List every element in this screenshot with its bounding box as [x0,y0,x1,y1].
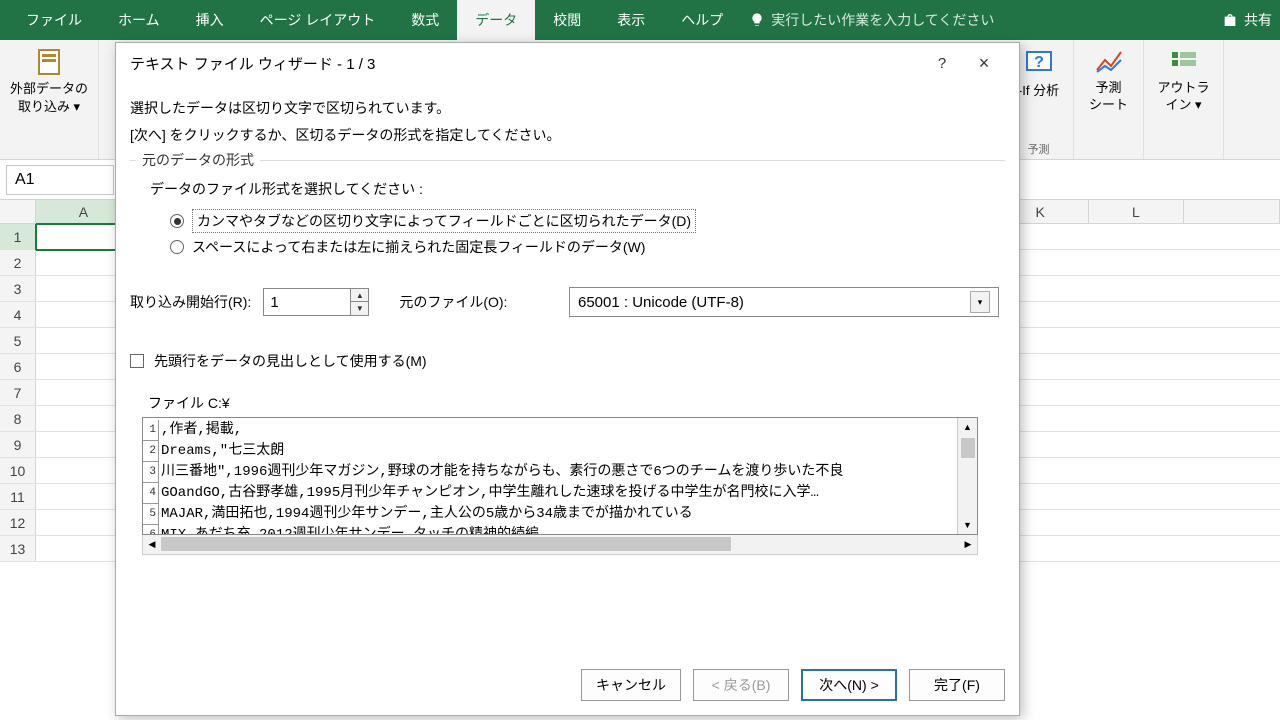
dialog-title: テキスト ファイル ウィザード - 1 / 3 [130,53,921,74]
share-button[interactable]: 共有 [1222,10,1272,30]
encoding-value: 65001 : Unicode (UTF-8) [578,294,744,311]
col-header-l[interactable]: L [1089,200,1185,223]
spinner-up[interactable]: ▲ [350,289,368,302]
preview-vscrollbar[interactable]: ▲ ▼ [957,418,977,534]
row-header[interactable]: 7 [0,380,36,405]
radio-delimited-label: カンマやタブなどの区切り文字によってフィールドごとに区切られたデータ(D) [192,209,696,233]
tab-review[interactable]: 校閲 [535,0,599,40]
dialog-help-button[interactable]: ? [921,48,963,78]
encoding-dropdown-btn[interactable]: ▾ [970,291,990,313]
whatif-label: -If 分析 [1018,80,1059,99]
scroll-left-icon[interactable]: ◀ [143,539,161,550]
ribbon-tabs: ファイル ホーム 挿入 ページ レイアウト 数式 データ 校閲 表示 ヘルプ 実… [0,0,1280,40]
hscroll-thumb[interactable] [161,537,731,551]
preview-line: Dreams,"七三太朗 [159,441,284,462]
preview-line: MAJAR,満田拓也,1994週刊少年サンデー,主人公の5歳から34歳までが描か… [159,504,693,525]
encoding-select[interactable]: 65001 : Unicode (UTF-8) ▾ [569,287,999,317]
row-header[interactable]: 9 [0,432,36,457]
tell-me-label: 実行したい作業を入力してください [771,10,994,30]
radio-fixedwidth[interactable]: スペースによって右または左に揃えられた固定長フィールドのデータ(W) [170,237,1001,257]
preview-line: 川三番地",1996週刊少年マガジン,野球の才能を持ちながらも、素行の悪さで6つ… [159,462,843,483]
tab-layout[interactable]: ページ レイアウト [242,0,394,40]
tab-formulas[interactable]: 数式 [393,0,457,40]
scroll-up-icon[interactable]: ▲ [963,418,972,436]
start-row-input[interactable] [264,294,350,311]
share-label: 共有 [1244,10,1272,30]
row-header[interactable]: 12 [0,510,36,535]
tab-insert[interactable]: 挿入 [178,0,242,40]
group-external-data[interactable]: 外部データの 取り込み ▾ [0,40,99,159]
finish-button[interactable]: 完了(F) [909,669,1005,701]
preview-box: 1,作者,掲載,2Dreams,"七三太朗3川三番地",1996週刊少年マガジン… [142,417,978,535]
checkbox-box [130,354,144,368]
start-row-spinner[interactable]: ▲ ▼ [263,288,369,316]
select-all-corner[interactable] [0,200,36,224]
row-header[interactable]: 5 [0,328,36,353]
outline-icon [1168,46,1200,78]
text-import-wizard-dialog: テキスト ファイル ウィザード - 1 / 3 ? × 選択したデータは区切り文… [115,42,1020,716]
header-row-checkbox[interactable]: 先頭行をデータの見出しとして使用する(M) [130,351,1005,371]
row-header[interactable]: 6 [0,354,36,379]
row-header[interactable]: 1 [0,224,36,249]
row-header[interactable]: 13 [0,536,36,561]
spinner-down[interactable]: ▼ [350,302,368,315]
scroll-down-icon[interactable]: ▼ [963,516,972,534]
radio-fixedwidth-label: スペースによって右または左に揃えられた固定長フィールドのデータ(W) [192,237,645,257]
scroll-right-icon[interactable]: ▶ [959,539,977,550]
dialog-desc-1: 選択したデータは区切り文字で区切られています。 [130,95,1005,122]
row-header[interactable]: 10 [0,458,36,483]
forecast-icon [1093,46,1125,78]
preview-line: GOandGO,古谷野孝雄,1995月刊少年チャンピオン,中学生離れした速球を投… [159,483,819,504]
preview-content: 1,作者,掲載,2Dreams,"七三太朗3川三番地",1996週刊少年マガジン… [143,418,957,534]
dialog-buttons: キャンセル < 戻る(B) 次へ(N) > 完了(F) [116,651,1019,715]
tab-view[interactable]: 表示 [599,0,663,40]
group-forecast-sheet[interactable]: 予測 シート [1074,40,1144,159]
preview-line: ,作者,掲載, [159,420,242,441]
outline-label: アウトラ イン ▾ [1158,80,1210,114]
next-button[interactable]: 次へ(N) > [801,669,897,701]
dialog-titlebar: テキスト ファイル ウィザード - 1 / 3 ? × [116,43,1019,83]
row-header[interactable]: 3 [0,276,36,301]
preview-line: MIX,あだち充,2012週刊少年サンデー,タッチの精神的続編 [159,525,539,534]
svg-text:?: ? [1034,54,1044,71]
back-button[interactable]: < 戻る(B) [693,669,789,701]
row-header[interactable]: 4 [0,302,36,327]
external-data-icon [33,46,65,78]
fieldset-legend: 元のデータの形式 [136,150,260,170]
dialog-desc-2: [次へ] をクリックするか、区切るデータの形式を指定してください。 [130,122,1005,149]
row-header[interactable]: 2 [0,250,36,275]
share-icon [1222,12,1238,28]
vscroll-thumb[interactable] [961,438,975,458]
preview-label: ファイル C:¥ [148,393,1005,413]
tab-home[interactable]: ホーム [100,0,178,40]
row-header[interactable]: 11 [0,484,36,509]
bulb-icon [749,12,765,28]
tab-help[interactable]: ヘルプ [663,0,741,40]
radio-delimited-dot [170,214,184,228]
cancel-button[interactable]: キャンセル [581,669,681,701]
forecast-sheet-label: 予測 シート [1089,80,1128,114]
field-sub-label: データのファイル形式を選択してください : [150,179,1001,199]
preview-hscrollbar[interactable]: ◀ ▶ [142,535,978,555]
external-data-label: 外部データの 取り込み ▾ [10,80,88,115]
radio-delimited[interactable]: カンマやタブなどの区切り文字によってフィールドごとに区切られたデータ(D) [170,209,1001,233]
group-outline[interactable]: アウトラ イン ▾ [1144,40,1224,159]
col-header-m[interactable] [1184,200,1280,223]
data-format-fieldset: 元のデータの形式 データのファイル形式を選択してください : カンマやタブなどの… [130,160,1005,265]
name-box[interactable]: A1 [6,165,114,195]
start-row-label: 取り込み開始行(R): [130,292,251,312]
tab-file[interactable]: ファイル [8,0,100,40]
whatif-icon: ? [1023,46,1055,78]
header-row-label: 先頭行をデータの見出しとして使用する(M) [154,351,427,371]
row-header[interactable]: 8 [0,406,36,431]
dialog-close-button[interactable]: × [963,48,1005,78]
encoding-label: 元のファイル(O): [399,292,507,312]
forecast-group-label: 予測 [1028,139,1050,157]
tab-data[interactable]: データ [457,0,535,40]
radio-fixedwidth-dot [170,240,184,254]
tell-me-search[interactable]: 実行したい作業を入力してください [749,10,994,30]
